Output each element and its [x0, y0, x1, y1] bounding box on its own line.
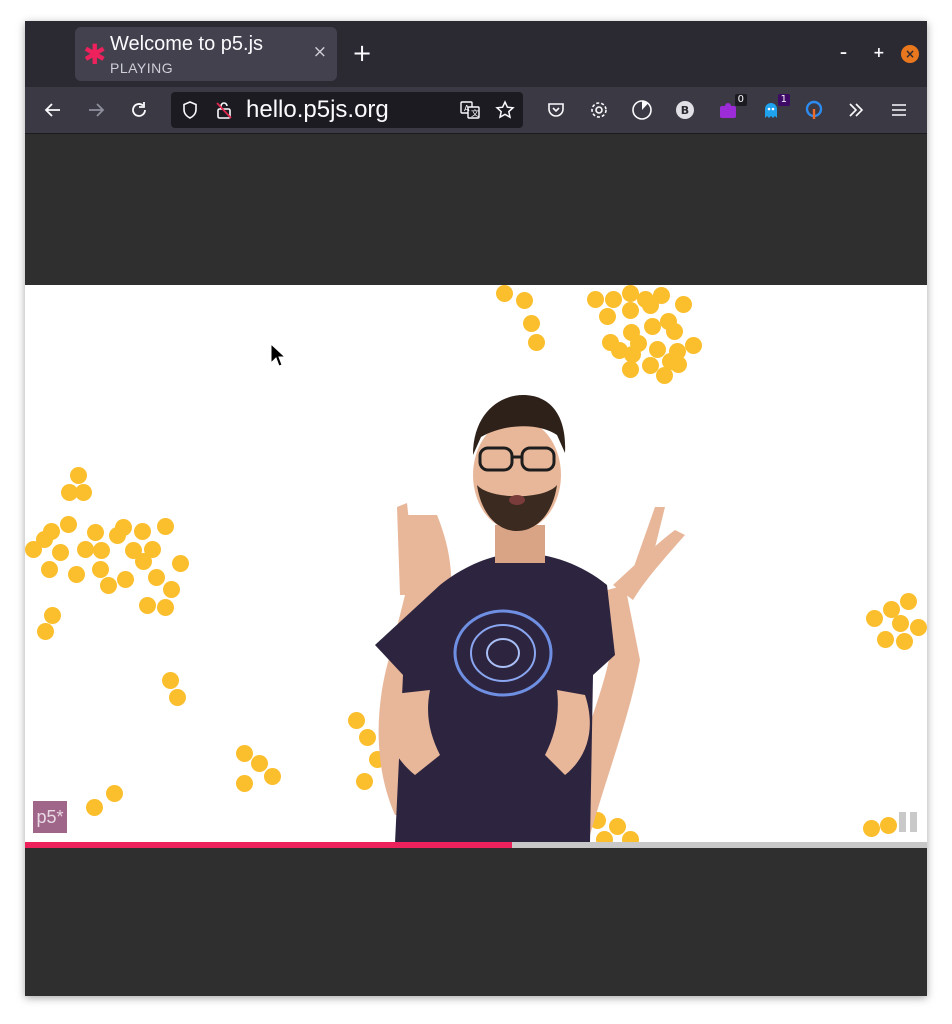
insecure-lock-icon[interactable]: [211, 97, 237, 123]
menu-icon[interactable]: [886, 97, 912, 123]
tab-title: Welcome to p5.js: [110, 33, 264, 55]
yellow-dot: [523, 315, 540, 332]
timer-icon[interactable]: [629, 97, 655, 123]
yellow-dot: [87, 524, 104, 541]
yellow-dot: [106, 785, 123, 802]
yellow-dot: [528, 334, 545, 351]
forward-icon[interactable]: [83, 97, 109, 123]
minimize-button[interactable]: –: [840, 45, 847, 61]
tab-close-icon[interactable]: ×: [313, 43, 327, 61]
yellow-dot: [172, 555, 189, 572]
yellow-dot: [162, 672, 179, 689]
shield-icon[interactable]: [177, 97, 203, 123]
yellow-dot: [43, 523, 60, 540]
p5-sketch-canvas[interactable]: p5*: [25, 285, 927, 842]
svg-text:文: 文: [471, 108, 479, 118]
yellow-dot: [516, 292, 533, 309]
tab-playing-status: PLAYING: [110, 60, 174, 76]
yellow-dot: [70, 467, 87, 484]
presenter-video: [375, 395, 685, 842]
yellow-dot: [37, 623, 54, 640]
overflow-chevron-icon[interactable]: [843, 97, 869, 123]
yellow-dot: [877, 631, 894, 648]
translate-icon[interactable]: A文: [457, 97, 483, 123]
yellow-dot: [642, 297, 659, 314]
yellow-dot: [496, 285, 513, 302]
yellow-dot: [157, 599, 174, 616]
browser-window: ✱ Welcome to p5.js PLAYING × + – + × hel…: [25, 21, 927, 996]
new-tab-button[interactable]: +: [352, 39, 372, 67]
pocket-icon[interactable]: [543, 97, 569, 123]
yellow-dot: [900, 593, 917, 610]
yellow-dot: [41, 561, 58, 578]
yellow-dot: [866, 610, 883, 627]
tab-welcome[interactable]: ✱ Welcome to p5.js PLAYING ×: [75, 27, 337, 81]
yellow-dot: [685, 337, 702, 354]
yellow-dot: [75, 484, 92, 501]
yellow-dot: [675, 296, 692, 313]
url-bar[interactable]: hello.p5js.org A文: [171, 92, 523, 128]
yellow-dot: [264, 768, 281, 785]
ghost-extension-icon[interactable]: 1: [758, 94, 790, 123]
yellow-dot: [624, 346, 641, 363]
bulb-extension-icon[interactable]: [801, 97, 827, 123]
navigation-toolbar: hello.p5js.org A文 B 0 1: [25, 87, 927, 134]
yellow-dot: [148, 569, 165, 586]
url-text[interactable]: hello.p5js.org: [246, 96, 389, 124]
b-extension-icon[interactable]: B: [672, 97, 698, 123]
close-window-button[interactable]: ×: [901, 45, 919, 63]
yellow-dot: [134, 523, 151, 540]
yellow-dot: [60, 516, 77, 533]
yellow-dot: [236, 745, 253, 762]
yellow-dot: [157, 518, 174, 535]
mouse-cursor-icon: [270, 343, 286, 367]
maximize-button[interactable]: +: [873, 45, 885, 61]
yellow-dot: [93, 542, 110, 559]
yellow-dot: [115, 519, 132, 536]
yellow-dot: [622, 302, 639, 319]
bookmark-star-icon[interactable]: [492, 97, 518, 123]
pause-icon[interactable]: [899, 812, 919, 832]
purple-extension-badge: 0: [734, 94, 747, 106]
yellow-dot: [599, 308, 616, 325]
yellow-dot: [100, 577, 117, 594]
yellow-dot: [605, 291, 622, 308]
yellow-dot: [666, 323, 683, 340]
yellow-dot: [863, 820, 880, 837]
yellow-dot: [68, 566, 85, 583]
yellow-dot: [880, 817, 897, 834]
yellow-dot: [587, 291, 604, 308]
page-background-top: [25, 134, 927, 285]
yellow-dot: [251, 755, 268, 772]
ghost-extension-badge: 1: [777, 94, 790, 106]
yellow-dot: [117, 571, 134, 588]
yellow-dot: [622, 361, 639, 378]
yellow-dot: [910, 619, 927, 636]
yellow-dot: [52, 544, 69, 561]
page-background-bottom: [25, 848, 927, 996]
yellow-dot: [892, 615, 909, 632]
p5-favicon-icon: ✱: [83, 38, 107, 71]
back-icon[interactable]: [40, 97, 66, 123]
yellow-dot: [92, 561, 109, 578]
svg-text:A: A: [464, 104, 470, 113]
yellow-dot: [656, 367, 673, 384]
yellow-dot: [644, 318, 661, 335]
yellow-dot: [144, 541, 161, 558]
reload-icon[interactable]: [126, 97, 152, 123]
yellow-dot: [44, 607, 61, 624]
purple-extension-icon[interactable]: 0: [715, 94, 747, 123]
gear-icon[interactable]: [586, 97, 612, 123]
yellow-dot: [236, 775, 253, 792]
yellow-dot: [139, 597, 156, 614]
b-extension-label: B: [681, 104, 689, 117]
yellow-dot: [77, 541, 94, 558]
yellow-dot: [169, 689, 186, 706]
yellow-dot: [163, 581, 180, 598]
yellow-dot: [670, 356, 687, 373]
title-bar: ✱ Welcome to p5.js PLAYING × + – + ×: [25, 21, 927, 87]
yellow-dot: [86, 799, 103, 816]
p5-logo[interactable]: p5*: [33, 801, 67, 833]
yellow-dot: [896, 633, 913, 650]
